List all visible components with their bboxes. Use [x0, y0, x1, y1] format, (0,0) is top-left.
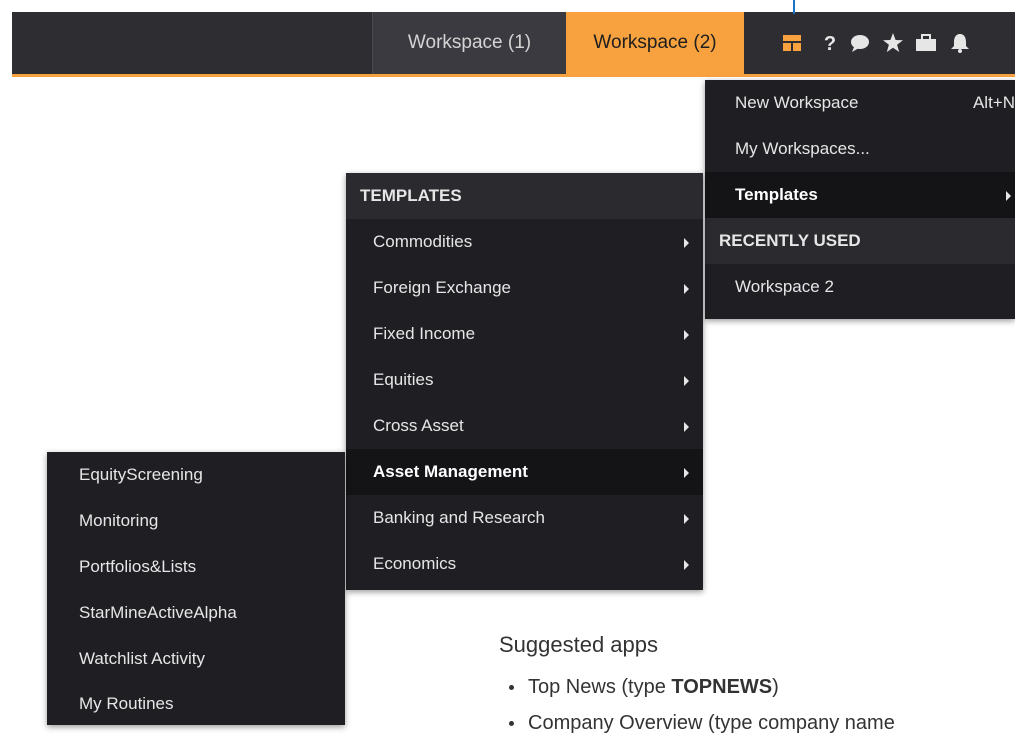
- suggest-code: TOPNEWS: [671, 676, 773, 698]
- menu-item-label: Equities: [373, 370, 434, 389]
- bullet-icon: [509, 685, 514, 691]
- workspace-menu: New Workspace Alt+N My Workspaces... Tem…: [705, 80, 1015, 319]
- tab-workspace-1[interactable]: Workspace (1): [372, 12, 566, 74]
- menu-item-portfolios-lists[interactable]: Portfolios&Lists: [47, 544, 345, 590]
- suggest-prefix: Top News (type: [528, 676, 672, 698]
- templates-menu: TEMPLATES Commodities Foreign Exchange F…: [346, 173, 703, 590]
- menu-item-new-workspace[interactable]: New Workspace Alt+N: [705, 80, 1015, 126]
- chevron-right-icon: [1006, 191, 1011, 201]
- chevron-right-icon: [684, 376, 689, 386]
- list-item: Top News (type TOPNEWS): [509, 676, 779, 699]
- list-item: Company Overview (type company name: [509, 712, 895, 735]
- layout-icon[interactable]: [781, 32, 803, 54]
- svg-text:?: ?: [824, 33, 836, 54]
- menu-item-label: Foreign Exchange: [373, 278, 511, 297]
- chevron-right-icon: [684, 422, 689, 432]
- chevron-right-icon: [684, 330, 689, 340]
- menu-item-equityscreening[interactable]: EquityScreening: [47, 452, 345, 498]
- menu-item-economics[interactable]: Economics: [346, 541, 703, 587]
- bullet-icon: [509, 721, 514, 727]
- menu-item-templates[interactable]: Templates: [705, 172, 1015, 218]
- shortcut-label: Alt+N: [972, 93, 1015, 112]
- menu-item-label: My Workspaces...: [735, 139, 870, 158]
- menu-item-label: Cross Asset: [373, 416, 464, 435]
- tab-workspace-2[interactable]: Workspace (2): [566, 12, 744, 74]
- menu-item-recent-workspace-2[interactable]: Workspace 2: [705, 264, 1015, 310]
- templates-header: TEMPLATES: [346, 173, 703, 219]
- menu-item-starmineactivealpha[interactable]: StarMineActiveAlpha: [47, 590, 345, 636]
- menu-item-banking-and-research[interactable]: Banking and Research: [346, 495, 703, 541]
- menu-item-label: Commodities: [373, 232, 473, 251]
- menu-item-label: Workspace 2: [735, 277, 834, 296]
- menu-item-asset-management[interactable]: Asset Management: [346, 449, 703, 495]
- menu-item-cross-asset[interactable]: Cross Asset: [346, 403, 703, 449]
- asset-management-menu: EquityScreening Monitoring Portfolios&Li…: [47, 452, 345, 725]
- help-icon[interactable]: ?: [819, 32, 841, 54]
- recently-used-header: RECENTLY USED: [705, 218, 1015, 264]
- menu-item-label: New Workspace: [735, 93, 859, 112]
- menu-item-watchlist-activity[interactable]: Watchlist Activity: [47, 636, 345, 682]
- menu-item-monitoring[interactable]: Monitoring: [47, 498, 345, 544]
- pointer-line: [793, 0, 795, 14]
- top-bar: Workspace (1) Workspace (2) ?: [12, 12, 1015, 77]
- chevron-right-icon: [684, 560, 689, 570]
- menu-item-label: Templates: [735, 185, 818, 204]
- menu-item-foreign-exchange[interactable]: Foreign Exchange: [346, 265, 703, 311]
- chevron-right-icon: [684, 284, 689, 294]
- chevron-right-icon: [684, 514, 689, 524]
- chevron-right-icon: [684, 238, 689, 248]
- star-icon[interactable]: [882, 32, 904, 54]
- menu-item-my-workspaces[interactable]: My Workspaces...: [705, 126, 1015, 172]
- suggest-suffix: ): [772, 676, 779, 698]
- menu-item-commodities[interactable]: Commodities: [346, 219, 703, 265]
- suggested-apps-title: Suggested apps: [499, 632, 659, 657]
- bell-icon[interactable]: [949, 32, 971, 54]
- chat-icon[interactable]: [849, 32, 871, 54]
- menu-item-equities[interactable]: Equities: [346, 357, 703, 403]
- menu-item-label: Fixed Income: [373, 324, 476, 343]
- menu-item-label: Banking and Research: [373, 508, 546, 527]
- briefcase-icon[interactable]: [915, 32, 937, 54]
- menu-item-label: Economics: [373, 554, 457, 573]
- suggest-prefix: Company Overview (type company name: [528, 712, 895, 734]
- menu-item-fixed-income[interactable]: Fixed Income: [346, 311, 703, 357]
- menu-item-label: Asset Management: [373, 462, 528, 481]
- menu-item-my-routines[interactable]: My Routines: [47, 682, 345, 725]
- chevron-right-icon: [684, 468, 689, 478]
